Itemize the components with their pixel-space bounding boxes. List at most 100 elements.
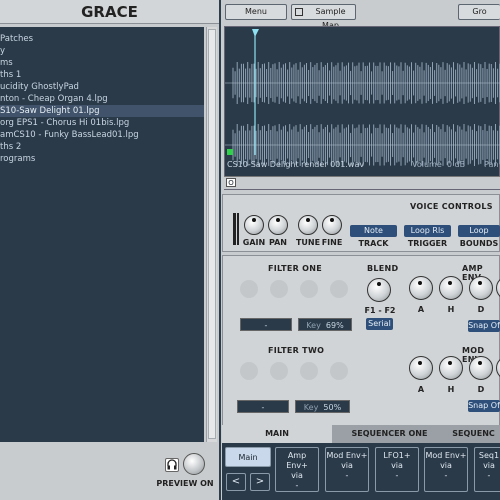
headphone-icon[interactable] [165,458,179,472]
voice-level-meter-2 [237,213,239,245]
amp-env-snap[interactable]: Snap Of [468,320,500,332]
sample-volume[interactable]: Volume 0 dB [412,160,465,169]
mod-slot-amount: - [295,481,299,490]
patch-list-item[interactable]: y [0,45,204,57]
mod-slot-sub: via [341,461,353,470]
blend-title: BLEND [367,264,399,273]
key-value: 50% [323,403,342,412]
patch-list-item[interactable]: nton - Cheap Organ 4.lpg [0,93,204,105]
filter-one-key[interactable]: Key 69% [298,318,352,331]
mod-env-knob-label: A [417,385,425,394]
next-page-button[interactable]: > [250,473,270,491]
mod-slot-amount: - [487,471,491,480]
mod-slot-label: Main [238,453,258,462]
amp-env-knob[interactable] [409,276,433,300]
mod-slot-5[interactable]: Seq1 via - [474,447,500,492]
mod-slot-label: Mod Env+ [326,451,368,460]
mod-env-knob-label: D [477,385,485,394]
voice-controls-title: VOICE CONTROLS [410,202,493,211]
group-button[interactable]: Gro [458,4,500,20]
mod-slot-label: Mod Env+ [425,451,467,460]
mod-slot-sub: via [391,461,403,470]
amp-env-knob-label: D [477,305,485,314]
sample-start-marker-icon[interactable] [227,149,233,155]
filter-two-type[interactable]: - [237,400,289,413]
preview-label: PREVIEW ON [156,479,214,488]
scrollbar-thumb[interactable] [208,29,216,439]
mod-env-knob[interactable] [469,356,493,380]
mod-slot-sub: via [440,461,452,470]
menu-button[interactable]: Menu [225,4,287,20]
patch-list-item[interactable]: Patches [0,33,204,45]
tab-sequencer-one[interactable]: SEQUENCER ONE [332,425,447,443]
amp-env-knob[interactable] [469,276,493,300]
tab-sequencer-two[interactable]: SEQUENC [447,425,500,443]
sample-pan[interactable]: Pan [484,160,498,169]
filter-one-type[interactable]: - [240,318,292,331]
mod-slot-label: LFO1+ [383,451,411,460]
bounds-select[interactable]: Loop [458,225,500,237]
voice-knob-label: FINE [321,238,343,247]
voice-knob-pan[interactable] [268,215,288,235]
amp-env-knob[interactable] [439,276,463,300]
filter-one-title: FILTER ONE [268,264,323,273]
mod-slot-2[interactable]: Mod Env+ via - [325,447,369,492]
trigger-label: TRIGGER [407,239,448,248]
key-label: Key [306,321,321,330]
mod-env-snap[interactable]: Snap Of [468,400,500,412]
trigger-select[interactable]: Loop Rls [404,225,451,237]
patch-list-scrollbar[interactable] [206,27,217,442]
loop-start-marker-icon[interactable] [252,29,259,37]
mod-slot-sub: via [483,461,495,470]
mod-slot-amount: - [444,471,448,480]
mod-slot-3[interactable]: LFO1+ via - [375,447,419,492]
sample-map-button[interactable]: Sample Map [291,4,356,30]
patch-list-item[interactable]: org EPS1 - Chorus Hi 01bis.lpg [0,117,204,129]
voice-knob-gain[interactable] [244,215,264,235]
mod-slot-amount: - [345,471,349,480]
filter-knob-disabled [240,280,258,298]
patch-list-item[interactable]: ths 1 [0,69,204,81]
patch-list-item[interactable]: ths 2 [0,141,204,153]
voice-knob-fine[interactable] [322,215,342,235]
mod-slot-amount: - [395,471,399,480]
patch-list[interactable]: Patches y ms ths 1 ucidity GhostlyPad nton - … [0,27,204,442]
mod-slot-label: Amp Env+ [286,451,308,470]
track-select[interactable]: Note [350,225,397,237]
filter-two-key[interactable]: Key 50% [295,400,350,413]
patch-list-item[interactable]: ucidity GhostlyPad [0,81,204,93]
amp-env-knob-label: A [417,305,425,314]
tab-main[interactable]: MAIN [222,425,332,443]
blend-mode-select[interactable]: Serial [366,318,393,330]
filter-knob-disabled [330,280,348,298]
mod-slot-0[interactable]: Main [225,447,271,467]
volume-label: Volume [412,160,442,169]
voice-level-meter [233,213,236,245]
zoom-reset-button[interactable]: O [226,178,236,187]
preview-volume-knob[interactable] [183,453,205,475]
prev-page-button[interactable]: < [226,473,246,491]
sample-filename: CS10-Saw Delight render 001.wav [227,160,365,169]
patch-list-item[interactable]: rograms [0,153,204,165]
filter-knob-disabled [300,280,318,298]
patch-list-item[interactable]: amCS10 - Funky BassLead01.lpg [0,129,204,141]
voice-knob-tune[interactable] [298,215,318,235]
filter-knob-disabled [330,362,348,380]
mod-slot-4[interactable]: Mod Env+ via - [424,447,468,492]
filter-knob-disabled [300,362,318,380]
mod-env-knob-label: H [447,385,455,394]
key-value: 69% [325,321,344,330]
mod-env-knob[interactable] [439,356,463,380]
waveform-graph [225,29,500,166]
blend-knob[interactable] [367,278,391,302]
mod-slot-1[interactable]: Amp Env+ via - [275,447,319,492]
mod-slot-label: Seq1 [478,451,500,460]
grid-icon [295,8,303,16]
mod-slot-sub: via [291,471,303,480]
waveform-scrollbar[interactable] [224,176,500,189]
patch-list-item[interactable]: ms [0,57,204,69]
bounds-label: BOUNDS [459,239,499,248]
blend-knob-label: F1 - F2 [364,306,396,315]
mod-env-knob[interactable] [409,356,433,380]
patch-list-item[interactable]: S10-Saw Delight 01.lpg [0,105,204,117]
